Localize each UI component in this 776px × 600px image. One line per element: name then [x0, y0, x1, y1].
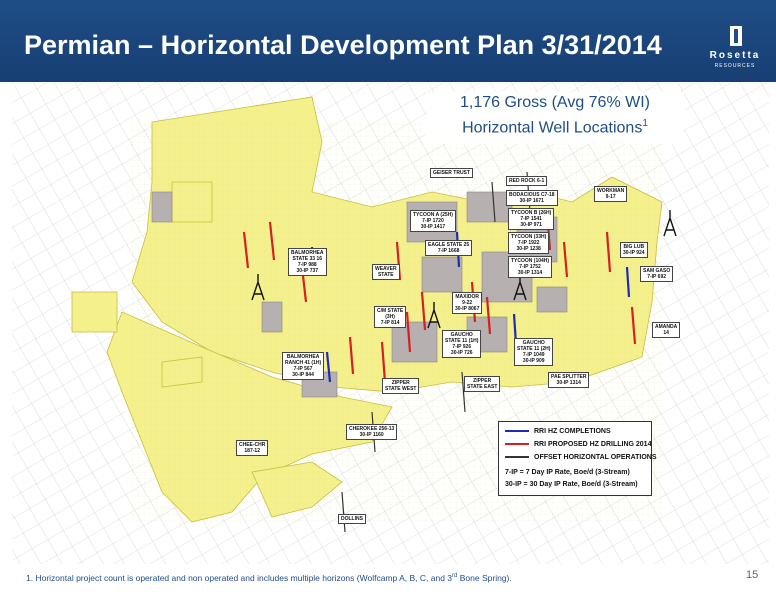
- title-bar: Permian – Horizontal Development Plan 3/…: [0, 0, 776, 82]
- page-number: 15: [746, 569, 759, 581]
- label-pae-splitter: PAE SPLITTER 30-IP 1314: [548, 372, 590, 388]
- label-bodacious: BODACIOUS C7-18 30-IP 1671: [506, 190, 558, 206]
- label-gaucho-1: GAUCHO STATE 11 (1H) 7-IP 926 30-IP 726: [442, 330, 482, 358]
- label-cherokee: CHEROKEE 256-13 30-IP 1160: [346, 424, 398, 440]
- footnote: 1. Horizontal project count is operated …: [26, 573, 512, 583]
- legend-note-7ip: 7-IP = 7 Day IP Rate, Boe/d (3-Stream): [505, 469, 630, 476]
- label-geiser-trust: GEISER TRUST: [430, 168, 473, 178]
- label-dollins: DOLLINS: [338, 514, 366, 524]
- callout-line-1: 1,176 Gross (Avg 76% WI): [460, 94, 650, 111]
- label-zipper-east: ZIPPER STATE EAST: [464, 376, 501, 392]
- callout-line-2: Horizontal Well Locations1: [462, 118, 648, 137]
- label-zipper-west: ZIPPER STATE WEST: [382, 378, 420, 394]
- well-locations-callout: 1,176 Gross (Avg 76% WI) Horizontal Well…: [426, 92, 684, 144]
- legend-item-proposed: RRI PROPOSED HZ DRILLING 2014: [505, 441, 651, 451]
- label-red-rock: RED ROCK 6-1: [506, 176, 548, 186]
- label-weaver-state: WEAVER STATE: [372, 264, 400, 280]
- label-sam-gaso: SAM GASO 7-IP 692: [640, 266, 674, 282]
- label-workman: WORKMAN 9-17: [594, 186, 628, 202]
- logo-name: Rosetta: [709, 50, 761, 61]
- legend-swatch: [505, 430, 529, 433]
- map-legend: RRI HZ COMPLETIONS RRI PROPOSED HZ DRILL…: [498, 421, 657, 496]
- label-tycoon-c: TYCOON (33H) 7-IP 1922 30-IP 1238: [508, 232, 550, 254]
- label-balmorhea-ranch: BALMORHEA RANCH 41 (1H) 7-IP 567 30-IP 8…: [282, 352, 325, 380]
- label-chee-chr: CHEE-CHR 187-12: [236, 440, 269, 456]
- label-big-lub: BIG LUB 30-IP 924: [620, 242, 648, 258]
- label-eagle-state: EAGLE STATE 25 7-IP 1668: [425, 240, 473, 256]
- legend-item-completions: RRI HZ COMPLETIONS: [505, 428, 611, 438]
- label-balmorhea-state: BALMORHEA STATE 33 16 7-IP 988 30-IP 737: [288, 248, 327, 276]
- logo-sub: RESOURCES: [714, 63, 756, 69]
- legend-note-30ip: 30-IP = 30 Day IP Rate, Boe/d (3-Stream): [505, 481, 638, 488]
- legend-swatch: [505, 456, 529, 459]
- label-tycoon-d: TYCOON (104H) 7-IP 1752 30-IP 1314: [508, 256, 553, 278]
- label-gaucho-2: GAUCHO STATE 11 (2H) 7-IP 1049 30-IP 909: [514, 338, 554, 366]
- legend-swatch: [505, 443, 529, 446]
- label-maxidor: MAXIDOR 9-22 30-IP 8067: [452, 292, 483, 314]
- logo-mark-icon: [730, 26, 742, 46]
- page-title: Permian – Horizontal Development Plan 3/…: [24, 30, 662, 60]
- legend-item-offset: OFFSET HORIZONTAL OPERATIONS: [505, 454, 657, 464]
- rosetta-logo: Rosetta RESOURCES: [700, 26, 770, 76]
- label-cm-state: C/M STATE (3H) 7-IP 814: [374, 306, 407, 328]
- label-tycoon-b: TYCOON B (26H) 7-IP 1541 30-IP 971: [508, 208, 555, 230]
- label-amanda: AMANDA 14: [652, 322, 681, 338]
- label-tycoon-a: TYCOON A (25H) 7-IP 1720 30-IP 1417: [410, 210, 456, 232]
